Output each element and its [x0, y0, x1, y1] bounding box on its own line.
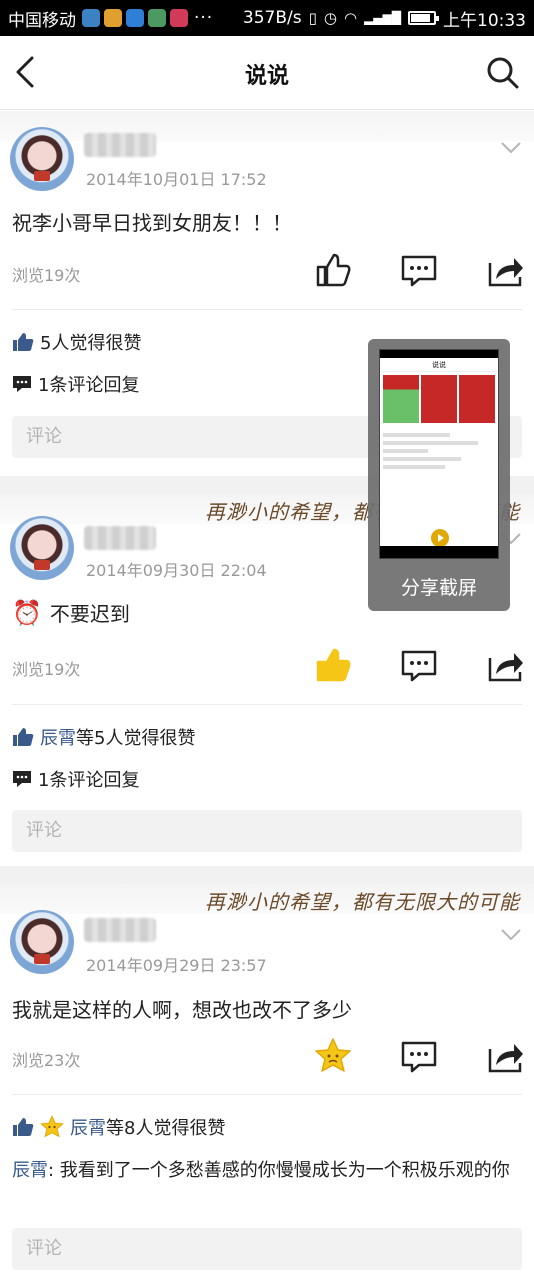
post-content: 我就是这样的人啊，想改也改不了多少: [12, 994, 352, 1023]
vibrate-icon: ▯: [308, 9, 317, 27]
star-face-icon: [40, 1115, 64, 1138]
post-content: 祝李小哥早日找到女朋友！！！: [12, 207, 292, 236]
like-star-icon-active[interactable]: [314, 1037, 352, 1075]
post-text: 不要迟到: [49, 602, 130, 626]
comment-bubble-icon: [13, 376, 31, 392]
likes-text: 等8人觉得很赞: [106, 1118, 226, 1139]
comment-icon[interactable]: [400, 1037, 438, 1075]
post-timestamp: 2014年09月29日 23:57: [86, 956, 267, 975]
likes-summary[interactable]: 辰霄等8人觉得很赞: [12, 1114, 225, 1140]
more-notifications: ···: [194, 8, 214, 28]
comment-item: 辰霄: 我看到了一个多愁善感的你慢慢成长为一个积极乐观的你: [12, 1156, 518, 1186]
battery-fill: [411, 14, 430, 22]
clock: 上午10:33: [443, 10, 526, 31]
chevron-down-icon[interactable]: [500, 928, 522, 942]
post-text: 我就是这样的人啊，想改也改不了多少: [12, 998, 352, 1022]
comments-text: 1条评论回复: [38, 770, 140, 791]
play-icon: [431, 529, 449, 547]
like-icon-active[interactable]: [314, 646, 352, 684]
post-timestamp: 2014年09月30日 22:04: [86, 561, 267, 580]
thumbs-up-icon: [13, 333, 34, 351]
thumb-title: 说说: [380, 358, 498, 372]
thumb-status-bar: [380, 350, 498, 358]
view-count: 浏览23次: [12, 1051, 81, 1070]
thumb-nav-bar: [380, 546, 498, 558]
liker-name[interactable]: 辰霄: [70, 1118, 106, 1139]
comment-icon[interactable]: [400, 646, 438, 684]
post-card: 再渺小的希望，都有无限大的可能 2014年09月29日 23:57 我就是这样的…: [0, 884, 534, 1280]
avatar[interactable]: [10, 516, 74, 580]
screenshot-thumbnail[interactable]: 说说: [379, 349, 499, 559]
comment-author[interactable]: 辰霄: [12, 1160, 48, 1181]
avatar[interactable]: [10, 127, 74, 191]
username-blurred: [84, 918, 156, 942]
username-blurred: [84, 526, 156, 550]
comments-summary[interactable]: 1条评论回复: [12, 766, 139, 792]
avatar[interactable]: [10, 910, 74, 974]
comments-text: 1条评论回复: [38, 375, 140, 396]
thumb-card: [459, 375, 495, 423]
wifi-icon: ◠: [343, 9, 358, 27]
post-banner: [0, 111, 534, 141]
post-separator: [0, 866, 534, 884]
page-title: 说说: [244, 64, 289, 89]
comment-input[interactable]: 评论: [12, 810, 522, 852]
notification-app-icon: [82, 9, 100, 27]
network-speed: 357B/s: [242, 8, 302, 28]
divider: [12, 1094, 522, 1095]
post-timestamp: 2014年10月01日 17:52: [86, 170, 267, 189]
likes-text: 5人觉得很赞: [40, 333, 142, 354]
view-count: 浏览19次: [12, 266, 81, 285]
share-screenshot-label[interactable]: 分享截屏: [368, 573, 510, 600]
comment-icon[interactable]: [400, 251, 438, 289]
decoration-text: 再渺小的希望，都有无限大的可能: [205, 890, 520, 914]
comment-text: : 我看到了一个多愁善感的你慢慢成长为一个积极乐观的你: [48, 1160, 510, 1181]
like-icon[interactable]: [314, 251, 352, 289]
likes-text: 等5人觉得很赞: [76, 728, 196, 749]
comment-input[interactable]: 评论: [12, 1228, 522, 1270]
notification-app-icon: [126, 9, 144, 27]
divider: [12, 309, 522, 310]
notification-app-icon: [170, 9, 188, 27]
thumb-card: [383, 375, 419, 423]
share-screenshot-popup[interactable]: 说说 分享截屏: [368, 339, 510, 611]
share-icon[interactable]: [486, 646, 524, 684]
comments-summary[interactable]: 1条评论回复: [12, 371, 139, 397]
likes-summary[interactable]: 5人觉得很赞: [12, 329, 141, 355]
search-icon[interactable]: [486, 56, 520, 90]
thumbs-up-icon: [13, 1118, 34, 1136]
liker-name[interactable]: 辰霄: [40, 728, 76, 749]
post-content: ⏰ 不要迟到: [12, 598, 130, 627]
carrier-name: 中国移动: [8, 10, 76, 31]
view-count: 浏览19次: [12, 660, 81, 679]
app-header: 说说: [0, 36, 534, 110]
post-text: 祝李小哥早日找到女朋友！！！: [12, 211, 292, 235]
divider: [12, 704, 522, 705]
chevron-down-icon[interactable]: [500, 141, 522, 155]
share-icon[interactable]: [486, 251, 524, 289]
likes-summary[interactable]: 辰霄等5人觉得很赞: [12, 724, 195, 750]
alarm-clock-icon: ⏰: [12, 598, 42, 627]
thumbs-up-icon: [13, 728, 34, 746]
battery-icon: [408, 11, 439, 25]
alarm-icon: ◷: [323, 9, 337, 27]
thumb-card: [421, 375, 457, 423]
status-bar: 中国移动 ··· 357B/s ▯ ◷ ◠ ▂▄▆█ 上午10:33: [0, 0, 534, 36]
notification-icons: [82, 9, 188, 27]
thumb-content: [380, 426, 498, 476]
share-icon[interactable]: [486, 1037, 524, 1075]
notification-app-icon: [148, 9, 166, 27]
comment-bubble-icon: [13, 771, 31, 787]
thumb-cards: [380, 372, 498, 426]
signal-icon: ▂▄▆█: [364, 11, 401, 25]
notification-app-icon: [104, 9, 122, 27]
username-blurred: [84, 133, 156, 157]
